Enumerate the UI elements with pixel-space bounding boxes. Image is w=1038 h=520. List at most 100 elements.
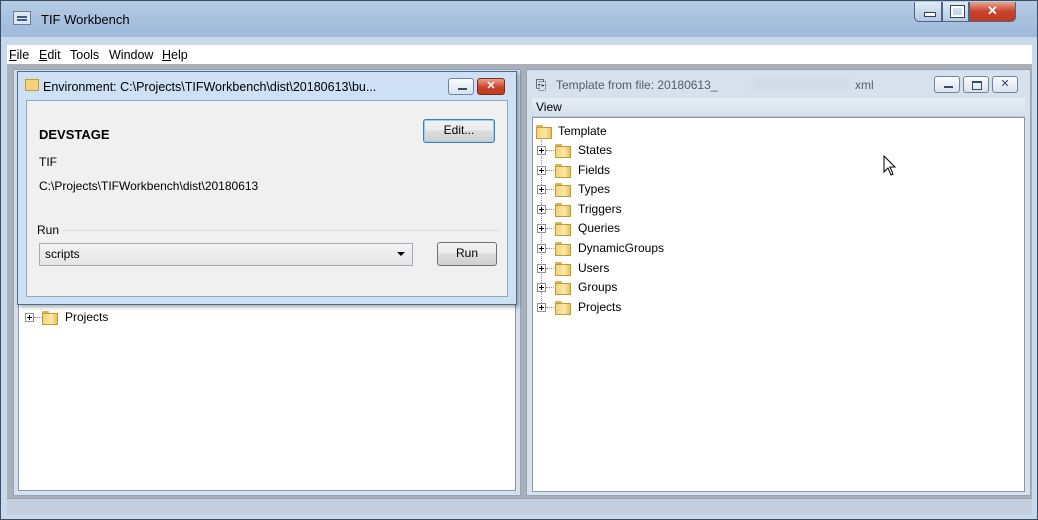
tree-item-label: DynamicGroups: [578, 241, 665, 255]
run-button[interactable]: Run: [437, 242, 497, 266]
tree-item[interactable]: Fields: [537, 161, 757, 180]
tree-item-label: Queries: [578, 221, 621, 236]
environment-body: DEVSTAGE Edit... TIF C:\Projects\TIFWork…: [26, 100, 508, 297]
folder-icon: [555, 281, 571, 296]
tree-item[interactable]: Types: [537, 180, 757, 199]
folder-icon: [555, 261, 571, 276]
template-title-bar[interactable]: ⎘ Template from file: 20180613_ xml ✕: [527, 70, 1030, 98]
window-title: TIF Workbench: [41, 12, 130, 27]
minimize-button[interactable]: [914, 2, 942, 22]
menu-file[interactable]: File: [9, 48, 29, 62]
minimize-icon: [944, 86, 953, 88]
template-window: ⎘ Template from file: 20180613_ xml ✕ Vi…: [526, 69, 1031, 496]
environment-minimize-button[interactable]: [448, 78, 474, 95]
tree-item-label: States: [578, 143, 613, 157]
close-icon: ✕: [987, 3, 998, 18]
template-tree[interactable]: Template States Fields Types Triggers Querie…: [532, 117, 1025, 492]
plus-expander-icon[interactable]: [537, 224, 546, 234]
run-group-label: Run: [37, 223, 60, 237]
edit-button[interactable]: Edit...: [423, 119, 495, 143]
close-icon: ✕: [486, 80, 496, 92]
run-script-select[interactable]: scripts: [39, 243, 413, 266]
template-window-icon: ⎘: [536, 77, 547, 92]
template-maximize-button[interactable]: [963, 76, 989, 93]
tree-item[interactable]: Users: [537, 259, 757, 278]
tree-item-template[interactable]: Template: [536, 122, 736, 141]
tree-connector: [546, 228, 554, 230]
folder-icon: [555, 163, 571, 178]
tree-item-label: Template: [558, 124, 607, 138]
plus-expander-icon[interactable]: [537, 165, 546, 175]
tree-connector: [546, 287, 554, 289]
folder-icon: [555, 183, 571, 198]
plus-expander-icon[interactable]: [537, 283, 546, 293]
tree-item[interactable]: Triggers: [537, 200, 757, 219]
tree-item-label: Projects: [578, 299, 622, 314]
run-group-separator: [63, 230, 499, 231]
main-window: TIF Workbench ✕ File Edit Tools Window H…: [0, 0, 1038, 520]
menu-help-label: elp: [171, 48, 188, 62]
menu-help[interactable]: Help: [162, 48, 188, 62]
mdi-workspace: Projects ⎘ Template from file: 20180613_…: [7, 64, 1032, 498]
environment-window: Environment: C:\Projects\TIFWorkbench\di…: [17, 71, 517, 305]
plus-expander-icon[interactable]: [537, 204, 546, 214]
plus-expander-icon[interactable]: [537, 263, 546, 273]
tree-connector: [34, 317, 42, 318]
close-button[interactable]: ✕: [969, 2, 1016, 22]
plus-expander-icon[interactable]: [537, 146, 546, 155]
minimize-icon: [924, 12, 936, 17]
plus-expander-icon[interactable]: [537, 244, 546, 253]
maximize-icon: [972, 81, 982, 90]
plus-expander-icon[interactable]: [537, 185, 546, 195]
environment-path: C:\Projects\TIFWorkbench\dist\20180613: [39, 179, 259, 193]
folder-icon: [42, 311, 58, 325]
tree-item-label: Groups: [578, 280, 618, 295]
tree-connector: [546, 189, 554, 191]
environment-title-bar[interactable]: Environment: C:\Projects\TIFWorkbench\di…: [18, 72, 516, 100]
template-menu-bar: View: [532, 98, 1025, 117]
tree-item-label: Triggers: [578, 201, 622, 216]
tree-item[interactable]: Groups: [537, 278, 757, 297]
menu-window-label: Window: [109, 48, 154, 62]
environment-close-button[interactable]: ✕: [477, 78, 505, 95]
run-script-selected: scripts: [45, 247, 80, 261]
tree-item[interactable]: Queries: [537, 219, 757, 238]
tree-connector: [546, 267, 554, 269]
plus-expander-icon[interactable]: [25, 313, 34, 322]
tree-connector: [546, 248, 554, 249]
title-bar[interactable]: TIF Workbench ✕: [1, 1, 1037, 37]
menu-edit[interactable]: Edit: [39, 48, 61, 62]
plus-expander-icon[interactable]: [537, 302, 546, 312]
menu-tools[interactable]: Tools: [70, 48, 99, 62]
environment-window-icon: [25, 79, 39, 91]
maximize-icon: [950, 5, 965, 18]
template-minimize-button[interactable]: [934, 76, 960, 93]
environment-type: TIF: [39, 155, 57, 169]
tree-connector: [546, 306, 554, 308]
mouse-cursor-icon: [883, 155, 897, 176]
menu-file-mnemonic: F: [9, 48, 17, 62]
folder-icon: [536, 125, 552, 139]
tree-item[interactable]: Projects: [537, 298, 757, 317]
menu-window[interactable]: Window: [109, 48, 153, 62]
tree-connector: [546, 208, 554, 210]
tree-item-label: Projects: [65, 310, 109, 324]
tree-item-projects[interactable]: Projects: [25, 308, 225, 327]
menu-file-label: ile: [16, 48, 30, 62]
menu-view[interactable]: View: [536, 100, 562, 114]
tree-item[interactable]: DynamicGroups: [537, 239, 757, 258]
template-title-suffix: xml: [855, 78, 874, 92]
chevron-down-icon[interactable]: [397, 252, 405, 256]
tree-item[interactable]: States: [537, 141, 757, 160]
menu-help-mnemonic: H: [162, 48, 172, 62]
maximize-button[interactable]: [942, 2, 969, 22]
folder-icon: [555, 242, 571, 256]
template-close-button[interactable]: ✕: [992, 76, 1018, 93]
tree-item-label: Users: [578, 260, 610, 275]
menu-tools-label: Tools: [70, 48, 100, 62]
folder-icon: [555, 144, 571, 158]
redacted-region: [753, 78, 849, 91]
menu-edit-label: dit: [47, 48, 61, 62]
tree-item-label: Types: [578, 182, 611, 197]
project-tree[interactable]: Projects: [18, 299, 516, 491]
